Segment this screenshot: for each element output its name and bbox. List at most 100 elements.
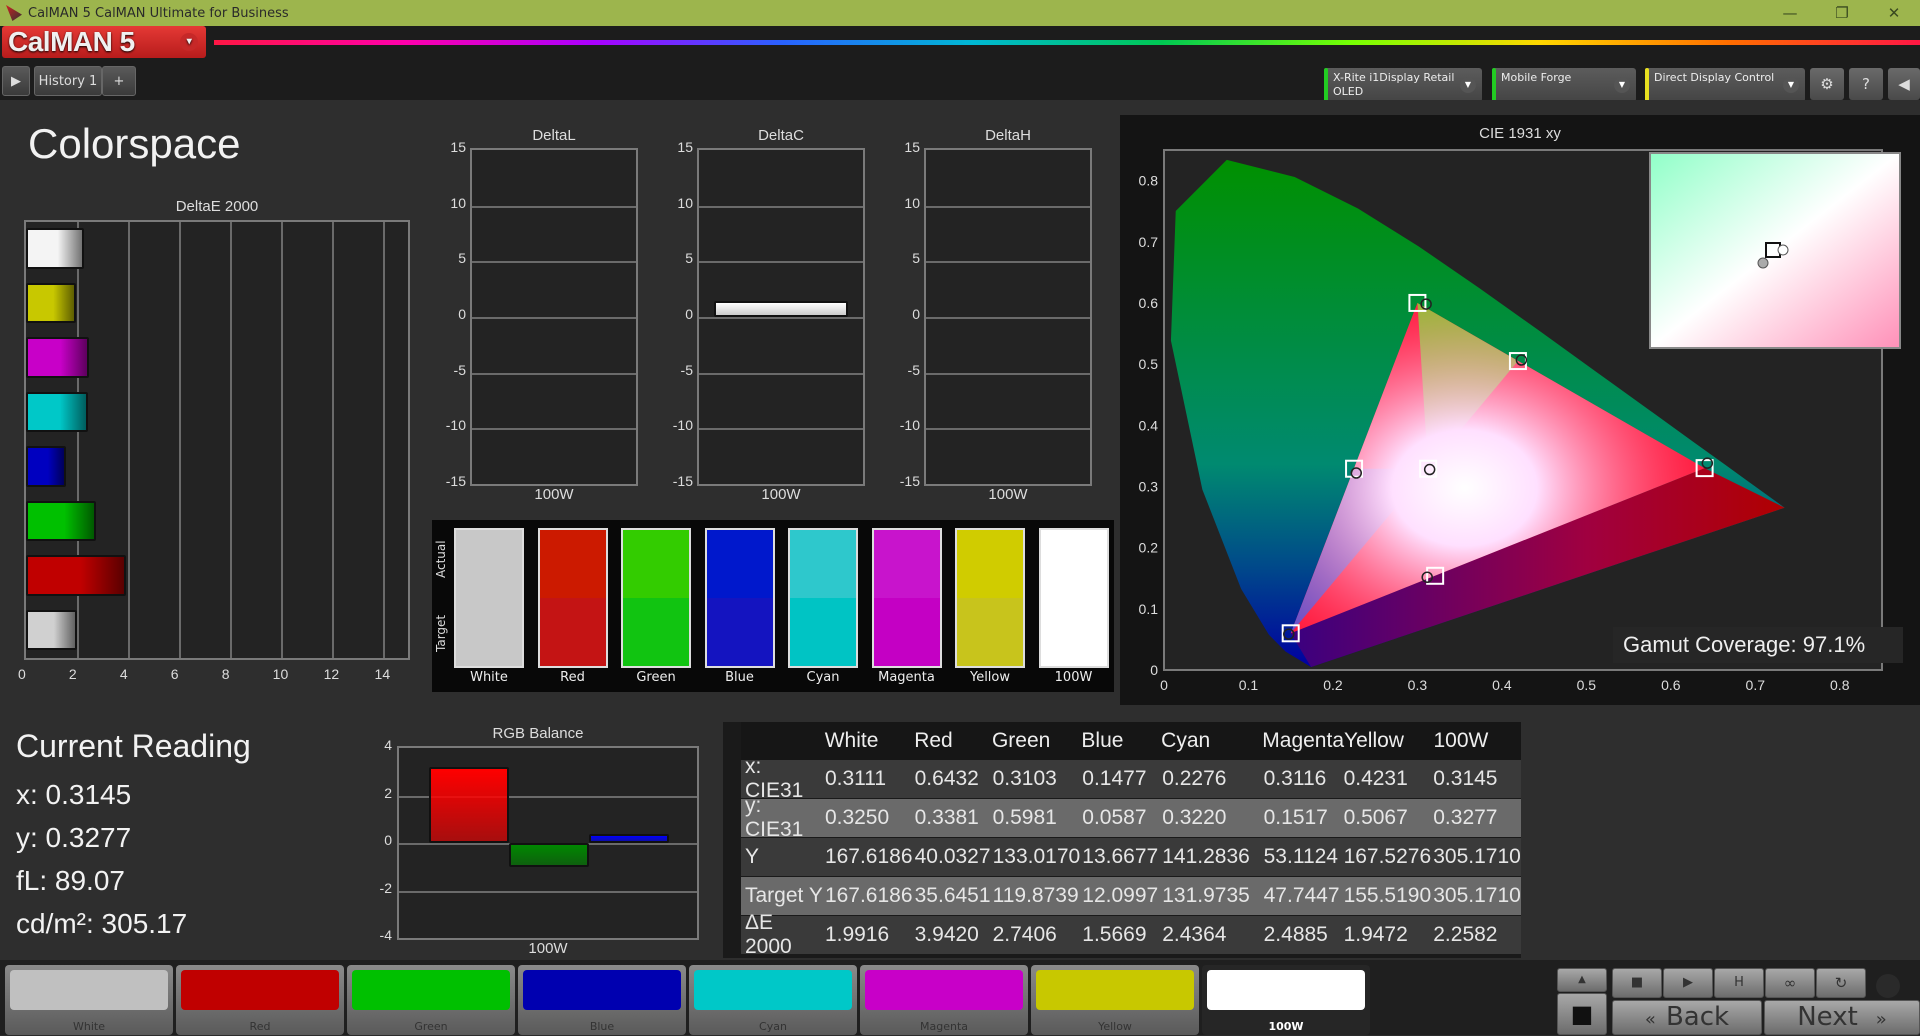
table-cell: 0.3111 [824, 767, 887, 790]
collapse-button[interactable]: ◀ [1888, 68, 1920, 100]
delta-y-tick: -10 [672, 417, 693, 434]
patch-button-cyan[interactable]: Cyan [689, 965, 857, 1035]
delta-y-tick: -15 [899, 473, 920, 489]
table-cell: 0.5981 [992, 806, 1057, 829]
cie-x-tick: 0.1 [1239, 677, 1259, 693]
infinity-icon: ∞ [1783, 974, 1797, 992]
patch-color [523, 970, 681, 1010]
chevron-down-icon: ▼ [1460, 77, 1476, 93]
table-cell: 12.0997 [1082, 884, 1159, 907]
back-label: Back [1665, 1002, 1730, 1032]
hold-button[interactable]: H [1714, 968, 1764, 998]
read-button[interactable]: ▶ [1663, 968, 1713, 998]
cie-chart: 0 0.1 0.2 0.3 0.4 0.5 0.6 0.7 0.8 0 0.1 0.2 0.3 0.4 0.… [1139, 149, 1901, 693]
grid-line [229, 222, 232, 658]
help-button[interactable]: ? [1849, 68, 1883, 100]
target-color [873, 598, 940, 666]
patch-color [352, 970, 510, 1010]
swatch-blue [704, 528, 775, 668]
grid-line [472, 317, 636, 319]
column-header: Blue [1081, 729, 1124, 752]
patch-button-100w[interactable]: 100W [1202, 965, 1370, 1035]
tab-history-1[interactable]: History 1 [34, 66, 102, 96]
table-cell: 40.0327 [914, 845, 991, 868]
table-cell: 0.1517 [1263, 806, 1328, 829]
patch-button-blue[interactable]: Blue [518, 965, 686, 1035]
rgb-y-tick: 4 [384, 737, 392, 753]
grid-line [926, 205, 1090, 208]
patch-button-yellow[interactable]: Yellow [1031, 965, 1199, 1035]
table-cell: 0.2276 [1162, 767, 1227, 790]
column-header: Magenta [1262, 729, 1345, 752]
reading-luminance: cd/m²: 305.17 [16, 908, 188, 939]
stop-measure-button[interactable]: ■ [1557, 993, 1607, 1035]
table-cell: 0.1477 [1082, 767, 1147, 790]
target-color [539, 598, 606, 666]
inset-measured-marker [1777, 244, 1789, 256]
delta-y-tick: 5 [912, 250, 920, 267]
patch-label: Green [414, 1020, 448, 1033]
row-label: y: CIE31 [745, 794, 804, 841]
table-row: y: CIE31 0.3250 0.3381 0.5981 0.0587 0.3220 0.… [741, 794, 1521, 841]
patch-button-red[interactable]: Red [176, 965, 344, 1035]
settings-button[interactable]: ⚙ [1810, 68, 1844, 100]
patch-button-green[interactable]: Green [347, 965, 515, 1035]
refresh-button[interactable]: ↻ [1816, 968, 1866, 998]
restore-button[interactable]: ❐ [1816, 0, 1868, 26]
scroll-up-button[interactable]: ▲ [1557, 968, 1607, 992]
calman-menu-button[interactable]: CalMAN 5 ▾ [2, 26, 206, 58]
current-reading-title: Current Reading [16, 728, 251, 764]
stop-button[interactable]: ■ [1612, 968, 1662, 998]
patch-button-white[interactable]: White [5, 965, 173, 1035]
delta-bar [714, 301, 848, 317]
grid-line [399, 890, 697, 893]
patch-color [1207, 970, 1365, 1010]
help-icon: ? [1862, 75, 1870, 93]
delta-y-tick: 0 [912, 306, 920, 322]
cie-y-tick: 0.3 [1139, 478, 1159, 494]
add-tab-button[interactable]: + [102, 66, 136, 96]
table-cell: 53.1124 [1263, 845, 1338, 868]
column-header: Green [991, 729, 1051, 752]
swatch-label: Green [636, 670, 676, 685]
table-cell: 119.8739 [992, 884, 1079, 907]
display-selector[interactable]: Direct Display Control ▼ [1645, 68, 1805, 102]
status-indicator [1492, 68, 1496, 102]
patch-button-magenta[interactable]: Magenta [860, 965, 1028, 1035]
device-mode: OLED [1333, 85, 1364, 98]
back-button[interactable]: « Back [1612, 1000, 1762, 1035]
rgb-bar-b [589, 833, 669, 843]
close-button[interactable]: ✕ [1868, 0, 1920, 26]
delta-y-tick: 10 [904, 194, 920, 211]
swatch-label: Yellow [969, 670, 1011, 685]
toolbar: ▶ History 1 + X-Rite i1Display Retail OL… [0, 60, 1920, 102]
actual-color [873, 530, 940, 598]
table-cell: 167.5276 [1343, 845, 1432, 868]
target-color [1040, 598, 1107, 666]
cie-x-tick: 0 [1160, 677, 1168, 693]
patch-label: Cyan [759, 1020, 787, 1033]
table-cell: 305.1710 [1433, 845, 1521, 868]
minimize-button[interactable]: — [1764, 0, 1816, 26]
stop-small-icon: ■ [1630, 975, 1644, 990]
actual-color [539, 530, 606, 598]
grid-line [382, 222, 385, 658]
delta-y-tick: -15 [445, 473, 466, 489]
meter-selector[interactable]: X-Rite i1Display Retail OLED ▼ [1324, 68, 1482, 102]
grid-line [699, 372, 863, 375]
patch-selector-bar: White Red Green Blue Cyan Magenta Yellow 100W ▲… [0, 960, 1920, 1035]
play-workflow-button[interactable]: ▶ [2, 66, 30, 96]
column-header: Cyan [1161, 729, 1211, 752]
grid-line [280, 222, 283, 658]
target-label: Target [434, 614, 448, 652]
table-cell: 0.5067 [1343, 806, 1408, 829]
grid-line [127, 222, 130, 658]
continuous-button[interactable]: ∞ [1765, 968, 1815, 998]
grid-line [699, 261, 863, 264]
actual-color [1040, 530, 1107, 598]
delta-y-tick: 15 [450, 139, 466, 155]
next-button[interactable]: Next » [1764, 1000, 1920, 1035]
source-selector[interactable]: Mobile Forge ▼ [1492, 68, 1636, 102]
table-cell: 2.4885 [1263, 923, 1328, 946]
gamut-coverage-label: Gamut Coverage: [1623, 632, 1797, 657]
